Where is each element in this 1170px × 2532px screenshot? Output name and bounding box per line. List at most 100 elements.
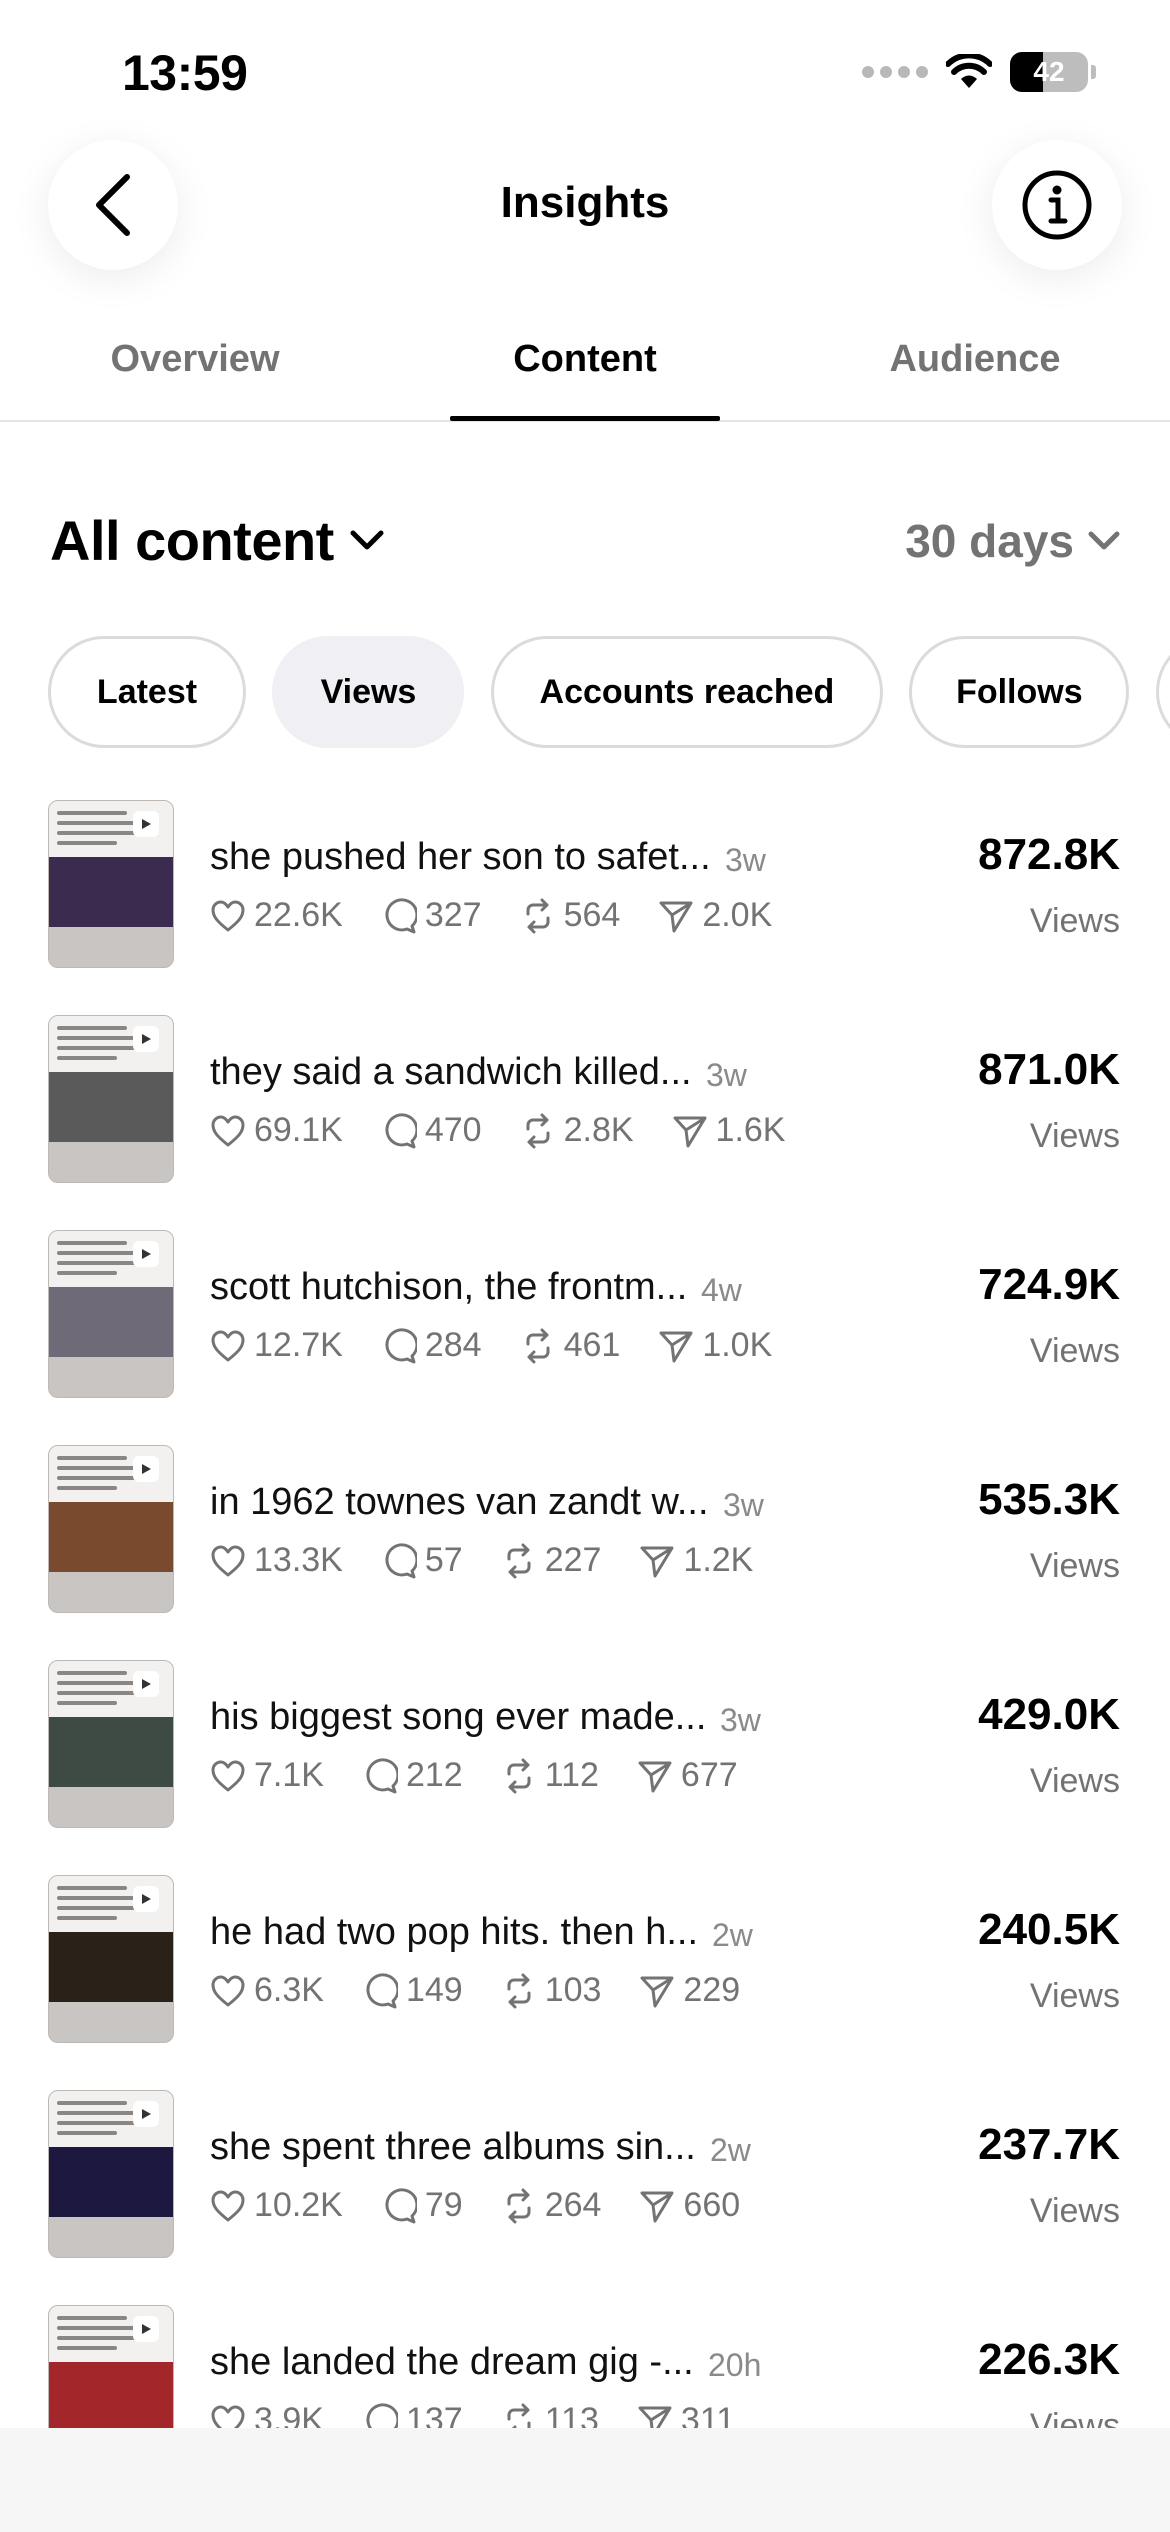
post-row[interactable]: he had two pop hits. then h... 2w 6.3K 1…: [0, 1875, 1170, 2091]
chip-more[interactable]: [1155, 636, 1170, 748]
comments-count: 284: [424, 1326, 482, 1364]
comments-count: 470: [424, 1111, 482, 1149]
share-icon: [640, 1976, 674, 2007]
comment-icon: [385, 897, 417, 933]
post-row[interactable]: scott hutchison, the frontm... 4w 12.7K …: [0, 1230, 1170, 1446]
video-icon: [133, 1241, 159, 1267]
post-thumbnail[interactable]: [48, 1660, 174, 1828]
likes-stat: 12.7K: [210, 1326, 343, 1365]
heart-icon: [211, 1115, 245, 1146]
post-age: 20h: [708, 2347, 762, 2383]
post-thumbnail[interactable]: [48, 1230, 174, 1398]
share-icon: [640, 2191, 674, 2222]
tab-audience[interactable]: Audience: [780, 338, 1170, 381]
shares-count: 1.6K: [715, 1111, 786, 1149]
post-metric-label: Views: [1029, 1117, 1120, 1155]
reposts-count: 2.8K: [563, 1111, 634, 1149]
chip-latest[interactable]: Latest: [48, 636, 246, 748]
battery-icon: 42: [1010, 52, 1096, 92]
shares-count: 677: [680, 1756, 738, 1794]
post-row[interactable]: she pushed her son to safet... 3w 22.6K …: [0, 800, 1170, 1016]
post-metric-value: 237.7K: [978, 2120, 1120, 2169]
reposts-count: 227: [544, 1541, 602, 1579]
post-metric-label: Views: [1029, 2192, 1120, 2230]
heart-icon: [211, 1545, 245, 1576]
date-range-dropdown[interactable]: 30 days: [905, 514, 1120, 568]
share-icon: [659, 901, 693, 932]
status-indicators: 42: [862, 52, 1096, 92]
chip-views[interactable]: Views: [272, 636, 465, 748]
post-stats: 12.7K 284 461 1.0K: [210, 1326, 810, 1365]
shares-count: 660: [683, 2186, 741, 2224]
likes-count: 13.3K: [254, 1541, 343, 1579]
post-metric-label: Views: [1029, 902, 1120, 940]
post-row[interactable]: his biggest song ever made... 3w 7.1K 21…: [0, 1660, 1170, 1876]
filter-row: All content 30 days: [50, 508, 1120, 578]
post-title: she spent three albums sin...: [210, 2126, 696, 2168]
reposts-count: 103: [544, 1971, 602, 2009]
comments-stat: 137: [362, 2401, 463, 2428]
tab-overview[interactable]: Overview: [0, 338, 390, 381]
status-time: 13:59: [122, 45, 248, 101]
info-button[interactable]: [992, 140, 1122, 270]
heart-icon: [211, 1330, 245, 1361]
post-age: 3w: [725, 842, 766, 878]
post-metric-value: 871.0K: [978, 1045, 1120, 1094]
likes-count: 12.7K: [254, 1326, 343, 1364]
share-icon: [673, 1116, 707, 1147]
post-thumbnail[interactable]: [48, 1015, 174, 1183]
comments-count: 137: [405, 2401, 463, 2428]
bottom-area: [0, 2428, 1170, 2532]
active-tab-indicator: [450, 416, 720, 421]
post-metric-value: 535.3K: [978, 1475, 1120, 1524]
post-age: 2w: [712, 1917, 753, 1953]
chip-accounts-reached[interactable]: Accounts reached: [490, 636, 883, 748]
content-scope-dropdown[interactable]: All content: [50, 508, 384, 573]
post-thumbnail[interactable]: [48, 2090, 174, 2258]
post-age: 3w: [706, 1057, 747, 1093]
post-stats: 10.2K 79 264 660: [210, 2186, 778, 2225]
heart-icon: [211, 1975, 245, 2006]
post-row[interactable]: they said a sandwich killed... 3w 69.1K …: [0, 1015, 1170, 1231]
post-age: 3w: [720, 1702, 761, 1738]
comments-stat: 149: [362, 1971, 463, 2010]
post-thumbnail[interactable]: [48, 1445, 174, 1613]
post-thumbnail[interactable]: [48, 800, 174, 968]
post-metric-value: 724.9K: [978, 1260, 1120, 1309]
chip-follows[interactable]: Follows: [909, 636, 1130, 748]
repost-icon: [507, 1973, 531, 2008]
post-row[interactable]: in 1962 townes van zandt w... 3w 13.3K 5…: [0, 1445, 1170, 1661]
post-row[interactable]: she landed the dream gig -... 20h 3.9K 1…: [0, 2305, 1170, 2428]
comments-stat: 284: [381, 1326, 482, 1365]
video-icon: [133, 1886, 159, 1912]
likes-count: 6.3K: [254, 1971, 324, 2009]
reposts-stat: 113: [501, 2401, 599, 2428]
post-stats: 7.1K 212 112 677: [210, 1756, 776, 1795]
video-icon: [133, 1026, 159, 1052]
post-age: 4w: [701, 1272, 742, 1308]
wifi-icon: [946, 54, 992, 88]
comments-stat: 470: [381, 1111, 482, 1150]
comments-stat: 212: [362, 1756, 463, 1795]
heart-icon: [211, 2405, 245, 2428]
battery-percent: 42: [1033, 56, 1065, 87]
video-icon: [133, 2101, 159, 2127]
tab-content[interactable]: Content: [390, 338, 780, 381]
post-row[interactable]: she spent three albums sin... 2w 10.2K 7…: [0, 2090, 1170, 2306]
reposts-count: 113: [544, 2401, 599, 2428]
post-title: he had two pop hits. then h...: [210, 1911, 699, 1953]
likes-count: 69.1K: [254, 1111, 343, 1149]
likes-stat: 10.2K: [210, 2186, 343, 2225]
post-stats: 13.3K 57 227 1.2K: [210, 1541, 791, 1580]
likes-stat: 7.1K: [210, 1756, 324, 1795]
post-metric-label: Views: [1029, 2407, 1120, 2428]
chevron-down-icon: [350, 530, 384, 549]
post-age: 3w: [723, 1487, 764, 1523]
reposts-stat: 103: [501, 1971, 602, 2010]
post-thumbnail[interactable]: [48, 1875, 174, 2043]
chevron-down-icon: [1088, 531, 1120, 550]
comments-stat: 79: [381, 2186, 463, 2225]
post-thumbnail[interactable]: [48, 2305, 174, 2428]
post-stats: 69.1K 470 2.8K 1.6K: [210, 1111, 824, 1150]
comment-icon: [385, 1112, 417, 1148]
